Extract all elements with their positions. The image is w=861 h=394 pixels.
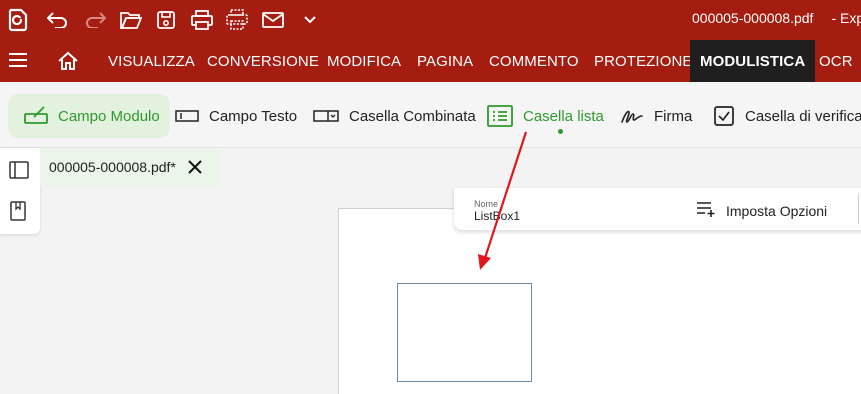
campo-testo-label: Campo Testo bbox=[209, 107, 298, 125]
print-icon[interactable] bbox=[188, 6, 216, 34]
form-field-icon bbox=[24, 106, 48, 126]
email-icon[interactable] bbox=[259, 6, 287, 34]
menu-ocr[interactable]: OCR bbox=[819, 53, 853, 70]
undo-icon[interactable] bbox=[44, 6, 72, 34]
document-title: 000005-000008.pdf - Exp bbox=[692, 10, 861, 26]
casella-lista-label: Casella lista bbox=[523, 107, 604, 125]
hamburger-menu-icon[interactable] bbox=[8, 52, 28, 70]
field-properties-bar: Nome ListBox1 Imposta Opzioni bbox=[454, 188, 861, 230]
open-folder-icon[interactable] bbox=[117, 6, 145, 34]
app-logo-icon[interactable] bbox=[4, 6, 32, 34]
document-title-text: 000005-000008.pdf bbox=[692, 10, 814, 26]
bookmark-icon[interactable] bbox=[9, 201, 29, 221]
selected-tool-indicator bbox=[558, 129, 563, 134]
close-icon[interactable] bbox=[186, 158, 204, 176]
menu-pagina[interactable]: PAGINA bbox=[417, 53, 473, 70]
combo-box-icon bbox=[313, 109, 339, 123]
menu-conversione[interactable]: CONVERSIONE bbox=[207, 53, 319, 70]
title-bar: 000005-000008.pdf - Exp bbox=[0, 0, 861, 40]
set-options-button[interactable]: Imposta Opzioni bbox=[696, 200, 827, 221]
field-name-value[interactable]: ListBox1 bbox=[474, 209, 520, 223]
home-icon[interactable] bbox=[57, 50, 79, 72]
casella-combinata-label: Casella Combinata bbox=[349, 107, 476, 125]
field-name-label: Nome bbox=[474, 199, 499, 209]
casella-lista-button[interactable]: Casella lista bbox=[487, 94, 604, 138]
ribbon-toolbar: Campo Modulo Campo Testo Casella Combina… bbox=[0, 82, 861, 148]
redo-icon[interactable] bbox=[81, 6, 109, 34]
campo-testo-button[interactable]: Campo Testo bbox=[175, 94, 297, 138]
app-window: 000005-000008.pdf - Exp VISUALIZZA CONVER… bbox=[0, 0, 861, 394]
list-add-icon bbox=[696, 200, 716, 221]
campo-modulo-label: Campo Modulo bbox=[58, 107, 160, 125]
side-panel bbox=[0, 148, 40, 234]
menu-visualizza[interactable]: VISUALIZZA bbox=[108, 53, 195, 70]
signature-icon bbox=[620, 106, 644, 126]
firma-label: Firma bbox=[654, 107, 693, 125]
campo-modulo-button[interactable]: Campo Modulo bbox=[8, 94, 170, 138]
save-icon[interactable] bbox=[152, 6, 180, 34]
text-field-icon bbox=[175, 109, 199, 123]
document-tab-label: 000005-000008.pdf* bbox=[49, 159, 176, 175]
set-options-label: Imposta Opzioni bbox=[726, 202, 828, 219]
menu-bar: VISUALIZZA CONVERSIONE MODIFICA PAGINA C… bbox=[0, 40, 861, 82]
casella-combinata-button[interactable]: Casella Combinata bbox=[313, 94, 476, 138]
print-scan-icon[interactable] bbox=[223, 6, 251, 34]
casella-verifica-label: Casella di verifica bbox=[745, 107, 861, 125]
document-title-suffix: - Exp bbox=[831, 10, 861, 26]
menu-modulistica[interactable]: MODULISTICA bbox=[690, 40, 816, 82]
checkbox-icon bbox=[713, 105, 735, 127]
menu-modifica[interactable]: MODIFICA bbox=[327, 53, 401, 70]
document-tab[interactable]: 000005-000008.pdf* bbox=[40, 148, 220, 186]
chevron-down-icon[interactable] bbox=[296, 6, 324, 34]
menu-protezione[interactable]: PROTEZIONE bbox=[594, 53, 693, 70]
panel-toggle-icon[interactable] bbox=[9, 161, 29, 181]
casella-verifica-button[interactable]: Casella di verifica bbox=[713, 94, 861, 138]
listbox-form-field[interactable] bbox=[397, 283, 532, 382]
list-box-icon bbox=[487, 105, 513, 127]
toolbar-divider bbox=[858, 194, 859, 224]
menu-commento[interactable]: COMMENTO bbox=[489, 53, 579, 70]
firma-button[interactable]: Firma bbox=[620, 94, 692, 138]
